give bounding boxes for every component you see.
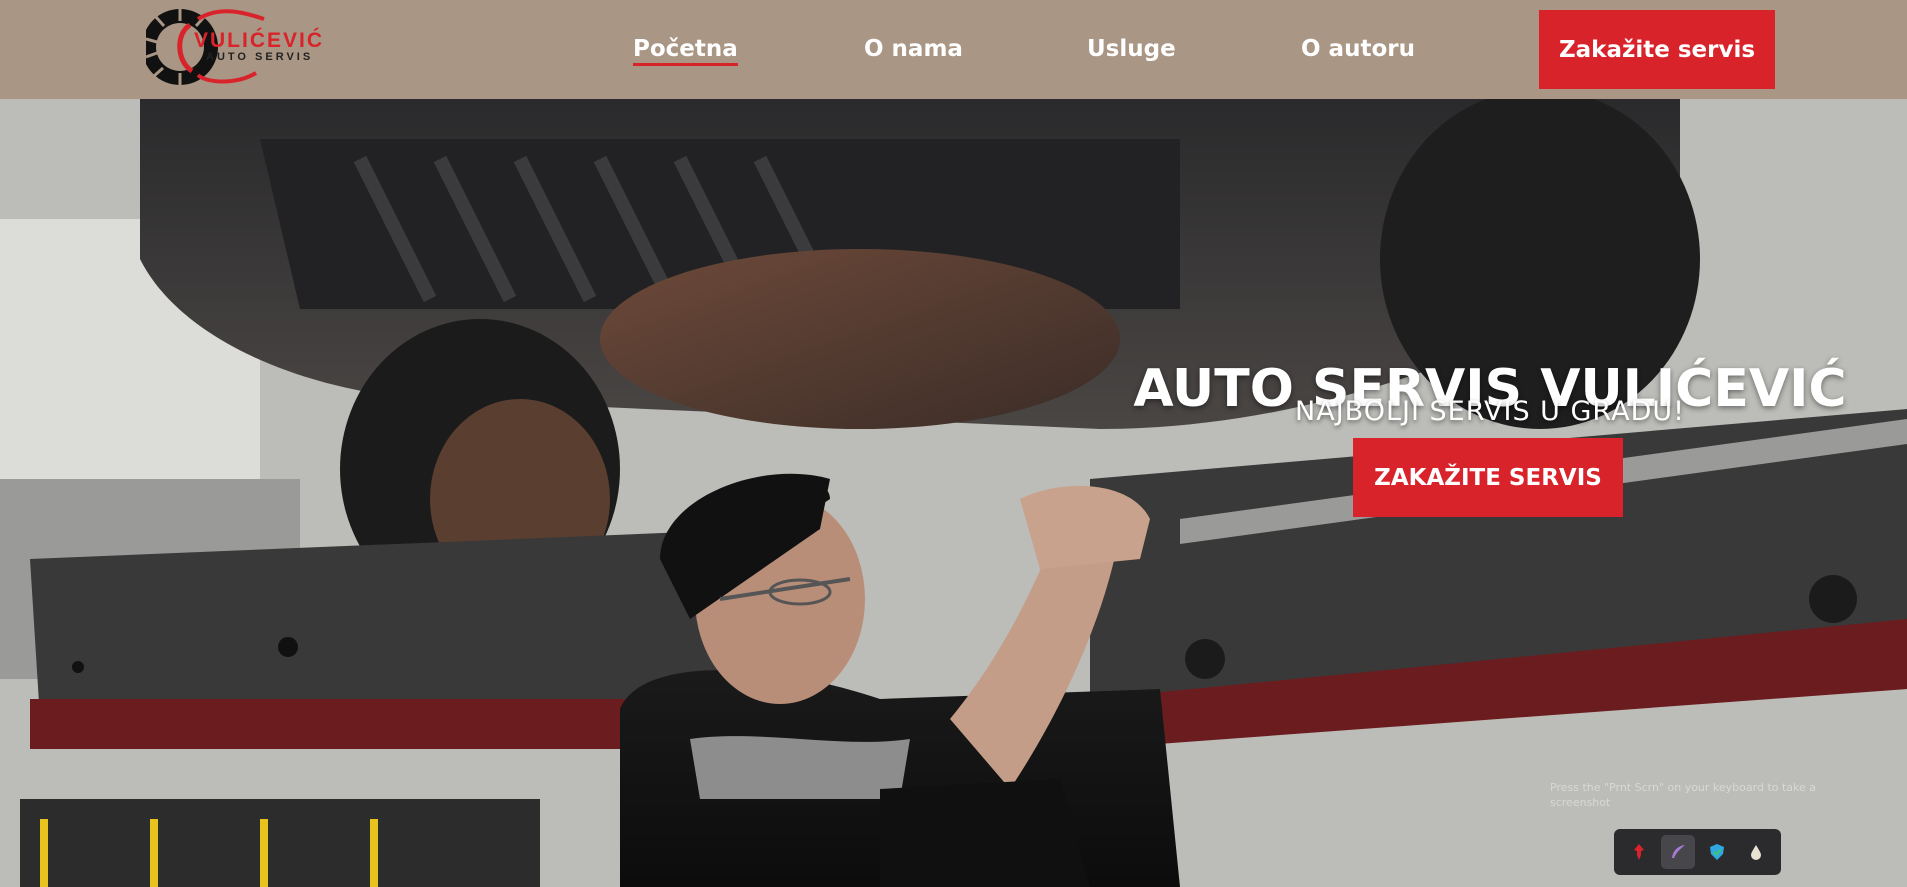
shield-tool-button[interactable] bbox=[1700, 835, 1734, 869]
nav-item-o-autoru[interactable]: O autoru bbox=[1301, 36, 1415, 62]
feather-icon bbox=[1672, 845, 1686, 858]
feather-tool-button[interactable] bbox=[1661, 835, 1696, 869]
site-header: VULIĆEVIĆ AUTO SERVIS Početna O nama Usl… bbox=[0, 0, 1907, 99]
hero-section: AUTO SERVIS VULIĆEVIĆ NAJBOLJI SERVIS U … bbox=[0, 99, 1907, 887]
shield-check-icon bbox=[1709, 844, 1724, 860]
drop-tool-button[interactable] bbox=[1739, 835, 1773, 869]
book-service-button[interactable]: Zakažite servis bbox=[1539, 10, 1775, 89]
nav-item-usluge[interactable]: Usluge bbox=[1087, 36, 1176, 62]
drop-icon bbox=[1750, 845, 1761, 860]
nav-item-pocetna[interactable]: Početna bbox=[633, 36, 738, 66]
pin-tool-button[interactable] bbox=[1622, 835, 1656, 869]
hero-book-service-button[interactable]: ZAKAŽITE SERVIS bbox=[1353, 438, 1623, 517]
screenshot-hint: Press the "Prnt Scrn" on your keyboard t… bbox=[1550, 781, 1817, 809]
pin-icon bbox=[1634, 844, 1645, 860]
hero-subtitle: NAJBOLJI SERVIS U GRADU! bbox=[1295, 396, 1685, 427]
nav-item-o-nama[interactable]: O nama bbox=[864, 36, 963, 62]
screenshot-toolbar bbox=[1614, 829, 1781, 875]
